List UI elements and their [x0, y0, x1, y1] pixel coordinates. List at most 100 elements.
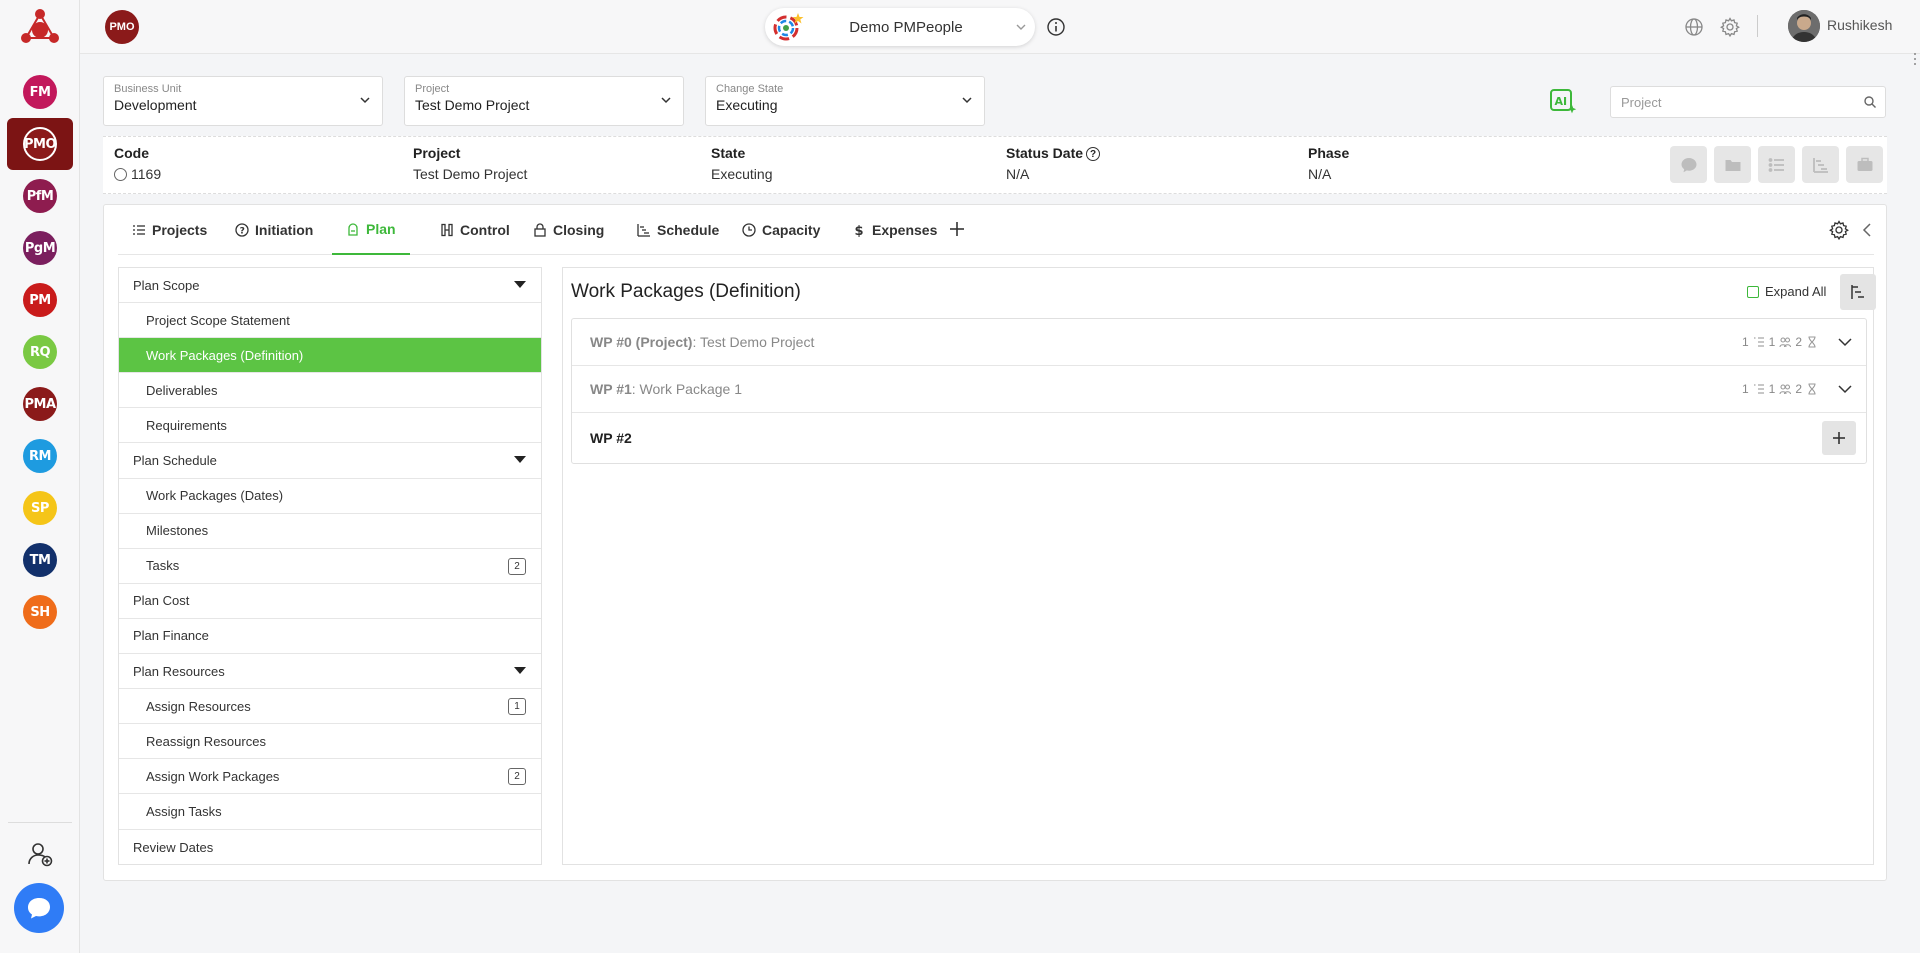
- app-logo-icon[interactable]: [18, 4, 62, 48]
- menu-item-project-scope-statement[interactable]: Project Scope Statement: [119, 303, 541, 339]
- chat-button[interactable]: [14, 883, 64, 933]
- menu-label: Work Packages (Dates): [146, 488, 284, 504]
- rail-module-tm[interactable]: TM: [0, 534, 80, 586]
- menu-item-plan-finance[interactable]: Plan Finance: [119, 619, 541, 655]
- project-search[interactable]: [1610, 86, 1886, 118]
- menu-item-assign-tasks[interactable]: Assign Tasks: [119, 794, 541, 830]
- work-package-row[interactable]: WP #0 (Project): Test Demo Project 1 1 2: [572, 319, 1866, 366]
- add-work-package-button[interactable]: [1822, 421, 1856, 455]
- list-button[interactable]: [1758, 146, 1795, 183]
- rail-module-pm[interactable]: PM: [0, 274, 80, 326]
- menu-item-review-dates[interactable]: Review Dates: [119, 830, 541, 865]
- settings-gear-icon[interactable]: [1829, 220, 1849, 240]
- menu-label: Assign Resources: [146, 698, 251, 714]
- project-label: Project: [413, 145, 461, 161]
- project-search-input[interactable]: [1611, 87, 1841, 117]
- tab-expenses-label: Expenses: [872, 222, 938, 238]
- gear-icon[interactable]: [1720, 17, 1740, 37]
- search-icon[interactable]: [1863, 95, 1877, 109]
- code-label: Code: [114, 145, 149, 161]
- wp-id: WP #2: [590, 430, 632, 446]
- menu-item-work-packages-dates[interactable]: Work Packages (Dates): [119, 479, 541, 514]
- rail-module-rm[interactable]: RM: [0, 430, 80, 482]
- count-badge: 2: [508, 557, 526, 575]
- hierarchy-view-button[interactable]: [1840, 274, 1876, 310]
- chevron-down-icon: [661, 97, 671, 104]
- chevron-down-icon[interactable]: [1836, 333, 1854, 351]
- menu-item-plan-cost[interactable]: Plan Cost: [119, 584, 541, 619]
- rail-module-pma[interactable]: PMA: [0, 378, 80, 430]
- state-field: State Executing: [711, 145, 772, 182]
- code-value: 1169: [131, 166, 162, 182]
- user-avatar[interactable]: [1788, 10, 1820, 42]
- menu-group-plan-scope[interactable]: Plan Scope: [119, 268, 541, 304]
- globe-icon[interactable]: [1684, 17, 1704, 37]
- rail-module-sp[interactable]: SP: [0, 482, 80, 534]
- current-module-badge[interactable]: PMO: [105, 10, 139, 44]
- help-icon[interactable]: ?: [1086, 147, 1101, 162]
- organization-select[interactable]: Demo PMPeople: [765, 8, 1035, 46]
- menu-group-plan-schedule[interactable]: Plan Schedule: [119, 443, 541, 479]
- resource-count: 2: [1795, 335, 1802, 349]
- menu-label: Plan Finance: [133, 628, 209, 644]
- add-tab-icon[interactable]: [948, 220, 966, 238]
- expand-all-checkbox[interactable]: [1747, 285, 1759, 298]
- tab-closing-label: Closing: [553, 222, 605, 238]
- gantt-button[interactable]: [1802, 146, 1839, 183]
- tab-expenses[interactable]: $ Expenses: [838, 205, 951, 255]
- tab-closing[interactable]: Closing: [519, 205, 618, 255]
- resource-count: 2: [1795, 382, 1802, 396]
- wp-name: : Work Package 1: [631, 381, 743, 397]
- chevron-down-icon[interactable]: [1836, 380, 1854, 398]
- menu-label: Milestones: [146, 523, 209, 539]
- briefcase-button[interactable]: [1846, 146, 1883, 183]
- work-package-row[interactable]: WP #1: Work Package 1 1 1 2: [572, 366, 1866, 413]
- business-unit-select[interactable]: Business Unit Development: [103, 76, 383, 126]
- menu-label: Plan Scope: [133, 277, 200, 293]
- documents-button[interactable]: [1714, 146, 1751, 183]
- menu-item-assign-resources[interactable]: Assign Resources 1: [119, 689, 541, 725]
- menu-item-milestones[interactable]: Milestones: [119, 514, 541, 549]
- info-icon[interactable]: [1046, 17, 1066, 37]
- comments-button[interactable]: [1670, 146, 1707, 183]
- menu-item-deliverables[interactable]: Deliverables: [119, 373, 541, 409]
- tab-plan[interactable]: Plan: [332, 205, 410, 255]
- add-user-icon[interactable]: [26, 840, 54, 868]
- tab-projects[interactable]: Projects: [118, 205, 221, 255]
- rail-module-rq[interactable]: RQ: [0, 326, 80, 378]
- app-rail: FM PMO PfM PgM PM RQ PMA RM SP TM SH: [0, 0, 80, 953]
- rail-module-pmo[interactable]: PMO: [7, 118, 73, 170]
- menu-item-requirements[interactable]: Requirements: [119, 408, 541, 444]
- change-state-select[interactable]: Change State Executing: [705, 76, 985, 126]
- phase-field: Phase N/A: [1308, 145, 1349, 182]
- tab-schedule[interactable]: Schedule: [623, 205, 733, 255]
- menu-item-work-packages-definition[interactable]: Work Packages (Definition): [119, 338, 541, 374]
- tab-capacity[interactable]: Capacity: [728, 205, 834, 255]
- menu-item-reassign-resources[interactable]: Reassign Resources: [119, 724, 541, 760]
- tab-initiation[interactable]: ? Initiation: [221, 205, 327, 255]
- count-badge: 2: [508, 768, 526, 786]
- clock-icon: [742, 223, 756, 237]
- menu-item-assign-work-packages[interactable]: Assign Work Packages 2: [119, 759, 541, 795]
- menu-group-plan-resources[interactable]: Plan Resources: [119, 654, 541, 690]
- menu-label: Plan Cost: [133, 593, 190, 609]
- deliverable-count: 1: [1768, 382, 1776, 396]
- ai-assistant-icon[interactable]: AI: [1548, 86, 1578, 116]
- tab-control[interactable]: Control: [426, 205, 524, 255]
- module-tabs: Projects ? Initiation Plan Control Closi…: [118, 205, 1874, 255]
- user-name[interactable]: Rushikesh: [1827, 17, 1892, 33]
- project-select[interactable]: Project Test Demo Project: [404, 76, 684, 126]
- team-icon: [1779, 384, 1792, 395]
- rail-module-pgm[interactable]: PgM: [0, 222, 80, 274]
- rail-module-fm[interactable]: FM: [0, 66, 80, 118]
- rail-module-sh[interactable]: SH: [0, 586, 80, 638]
- menu-label: Assign Tasks: [146, 803, 222, 819]
- menu-item-tasks[interactable]: Tasks 2: [119, 549, 541, 584]
- code-radio[interactable]: [114, 167, 127, 181]
- rail-module-pfm[interactable]: PfM: [0, 170, 80, 222]
- chevron-left-icon[interactable]: [1859, 221, 1875, 239]
- change-state-value: Executing: [716, 97, 778, 113]
- subtasks-icon: [1753, 384, 1764, 394]
- expand-all-toggle[interactable]: Expand All: [1747, 284, 1826, 299]
- more-vertical-icon[interactable]: [1912, 52, 1918, 66]
